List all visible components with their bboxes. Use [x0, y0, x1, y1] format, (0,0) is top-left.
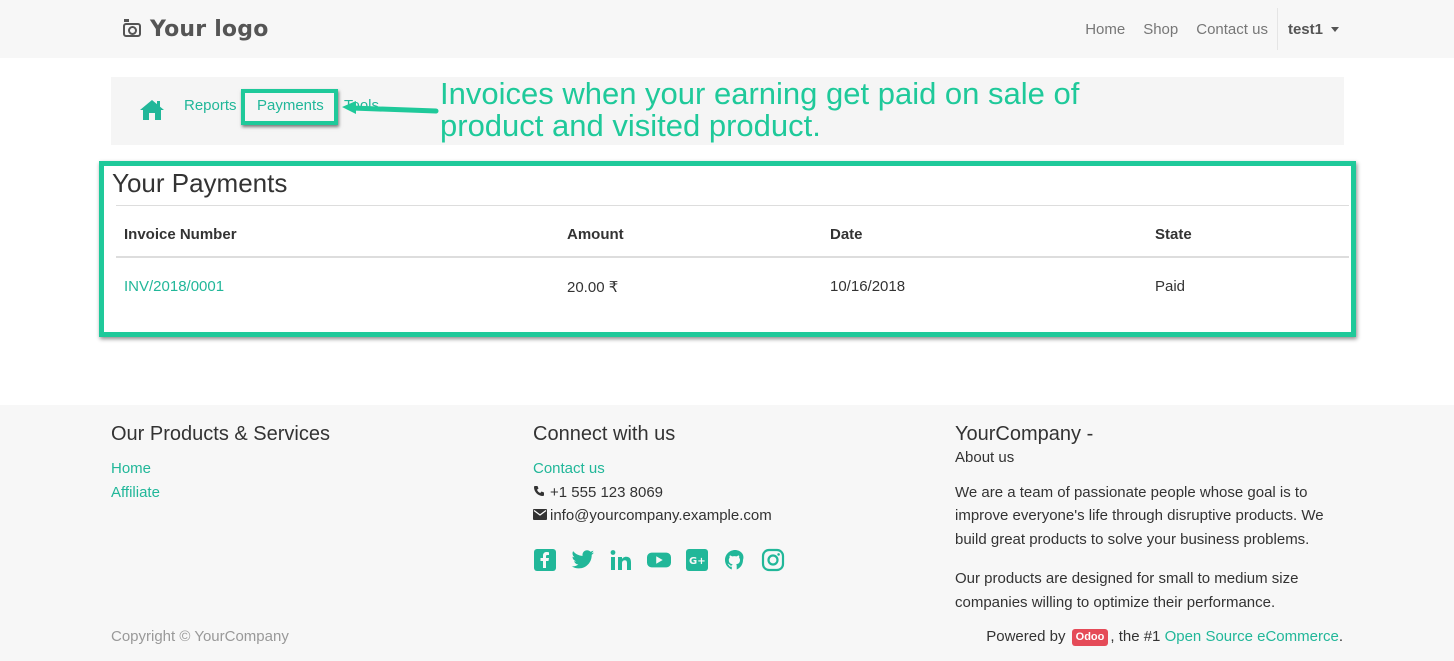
title-dash: -: [1081, 423, 1094, 445]
phone-number: +1 555 123 8069: [550, 483, 664, 501]
footer-connect-title: Connect with us: [533, 423, 676, 445]
email-line: info@yourcompany.example.com: [533, 504, 799, 528]
odoo-logo-badge[interactable]: Odoo: [1071, 629, 1109, 646]
powered-suffix: .: [1338, 628, 1343, 645]
about-us-link[interactable]: About us: [955, 446, 1355, 470]
user-name: test1: [1287, 20, 1323, 38]
logo[interactable]: Your logo: [123, 14, 269, 44]
column-header-amount: Amount: [567, 226, 624, 243]
footer-products-column: Our Products & Services Home Affiliate: [111, 423, 330, 504]
divider: [116, 256, 1349, 258]
invoice-number-link[interactable]: INV/2018/0001: [124, 278, 224, 295]
instagram-icon[interactable]: [761, 548, 785, 572]
payments-highlight-box: [241, 89, 338, 125]
social-links: G+: [533, 548, 799, 572]
footer-products-title: Our Products & Services: [111, 423, 330, 445]
footer-link-affiliate[interactable]: Affiliate: [111, 481, 330, 505]
footer-link-home[interactable]: Home: [111, 457, 330, 481]
copyright: Copyright © YourCompany: [111, 628, 289, 645]
envelope-icon: [533, 504, 547, 528]
user-menu[interactable]: test1: [1288, 21, 1339, 38]
state-cell: Paid: [1155, 278, 1186, 295]
column-header-state: State: [1155, 226, 1192, 243]
footer-company-column: YourCompany - About us We are a team of …: [955, 423, 1355, 630]
footer-connect-column: Connect with us Contact us +1 555 123 80…: [533, 423, 799, 572]
company-name: YourCompany: [955, 423, 1082, 445]
nav-divider: [1276, 8, 1278, 50]
column-header-invoice-number: Invoice Number: [124, 226, 237, 243]
footer-company-title: YourCompany - About us: [955, 423, 1355, 470]
email-address: info@yourcompany.example.com: [550, 507, 772, 524]
svg-text:G+: G+: [689, 556, 706, 567]
caret-down-icon: [1331, 26, 1339, 32]
logo-text: Your logo: [150, 16, 269, 42]
linkedin-icon[interactable]: [609, 548, 633, 572]
annotation-arrow: [342, 101, 439, 114]
home-icon[interactable]: [139, 99, 165, 121]
open-source-ecommerce-link[interactable]: Open Source eCommerce: [1165, 628, 1339, 645]
youtube-icon[interactable]: [647, 548, 671, 572]
date-cell: 10/16/2018: [830, 278, 906, 295]
breadcrumb-reports[interactable]: Reports: [184, 97, 237, 114]
github-icon[interactable]: [723, 548, 747, 572]
amount-cell: 20.00 ₹: [567, 279, 619, 296]
camera-icon: [123, 19, 141, 37]
footer-link-contact-us[interactable]: Contact us: [533, 457, 799, 481]
divider: [116, 205, 1349, 206]
powered-middle: , the #1: [1110, 628, 1165, 645]
nav-link-home[interactable]: Home: [1085, 21, 1125, 38]
phone-line: +1 555 123 8069: [533, 481, 799, 505]
nav-link-contact-us[interactable]: Contact us: [1196, 21, 1268, 38]
payments-panel: Your Payments Invoice Number Amount Date…: [99, 161, 1356, 337]
page-title: Your Payments: [112, 168, 288, 198]
powered-by: Powered by Odoo, the #1 Open Source eCom…: [986, 628, 1343, 647]
nav-links: Home Shop Contact us test1: [1067, 8, 1339, 50]
facebook-icon[interactable]: [533, 548, 557, 572]
footer: Our Products & Services Home Affiliate C…: [0, 405, 1454, 661]
nav-link-shop[interactable]: Shop: [1143, 21, 1178, 38]
navbar: Your logo Home Shop Contact us test1: [0, 0, 1454, 58]
twitter-icon[interactable]: [571, 548, 595, 572]
company-description: We are a team of passionate people whose…: [955, 483, 1324, 548]
company-products-description: Our products are designed for small to m…: [955, 570, 1299, 611]
google-plus-icon[interactable]: G+: [685, 548, 709, 572]
annotation-text: Invoices when your earning get paid on s…: [440, 76, 1080, 143]
powered-prefix: Powered by: [986, 628, 1070, 645]
phone-icon: [533, 481, 546, 505]
column-header-date: Date: [830, 226, 863, 243]
